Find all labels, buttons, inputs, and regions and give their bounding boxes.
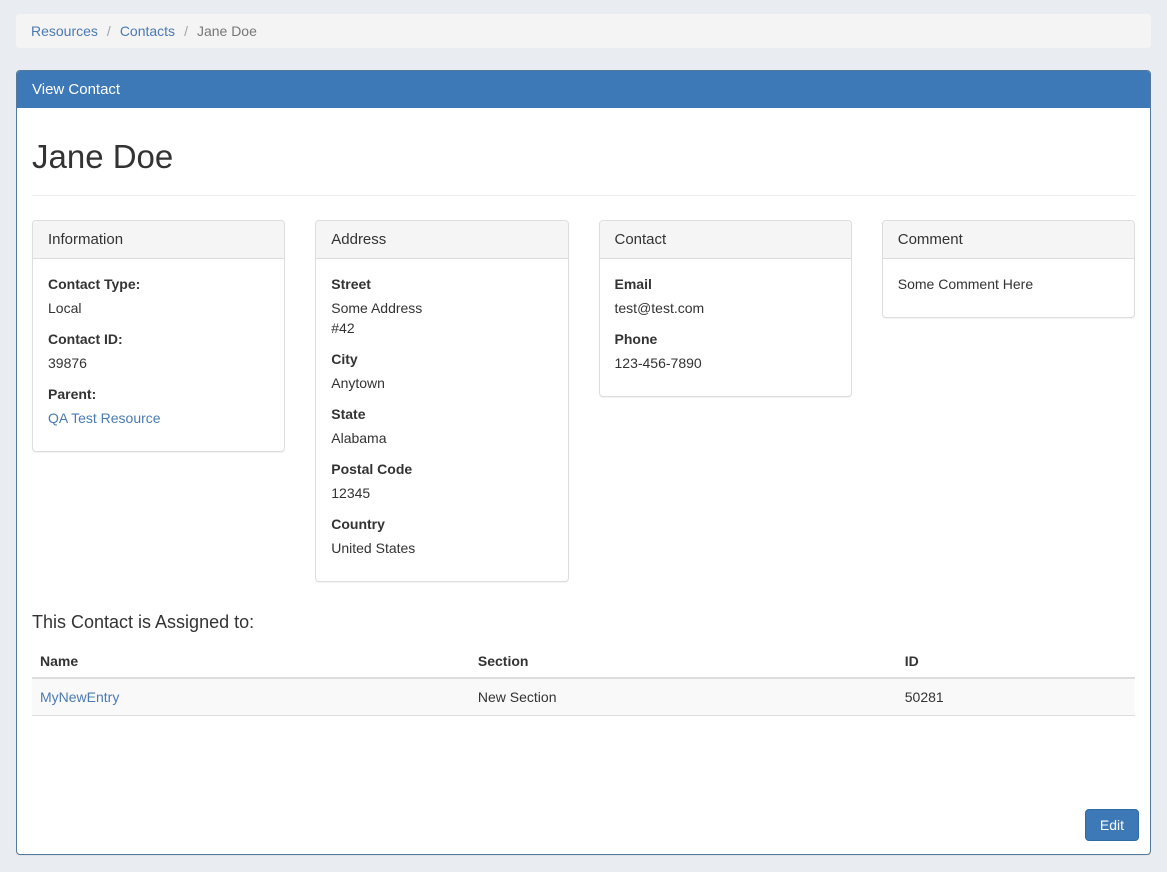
- comment-card: Comment Some Comment Here: [882, 220, 1135, 318]
- assigned-table: Name Section ID MyNewEntry New Section 5…: [32, 645, 1135, 716]
- assigned-heading: This Contact is Assigned to:: [32, 612, 1135, 633]
- street-line-2: #42: [331, 320, 354, 336]
- country-value: United States: [331, 538, 552, 558]
- postal-code-value: 12345: [331, 483, 552, 503]
- assigned-entry-section: New Section: [470, 678, 897, 716]
- postal-code-label: Postal Code: [331, 459, 552, 479]
- assigned-entry-id: 50281: [897, 678, 1135, 716]
- page-title: Jane Doe: [32, 139, 1135, 175]
- phone-label: Phone: [615, 329, 836, 349]
- address-card: Address Street Some Address #42 City Any…: [315, 220, 568, 582]
- street-label: Street: [331, 274, 552, 294]
- comment-value: Some Comment Here: [898, 274, 1119, 294]
- breadcrumb-link-contacts[interactable]: Contacts: [120, 23, 175, 39]
- page: Resources / Contacts / Jane Doe View Con…: [0, 0, 1167, 855]
- street-value: Some Address #42: [331, 298, 552, 338]
- email-value: test@test.com: [615, 298, 836, 318]
- table-header-row: Name Section ID: [32, 645, 1135, 678]
- comment-card-body: Some Comment Here: [883, 259, 1134, 317]
- contact-id-value: 39876: [48, 353, 269, 373]
- street-line-1: Some Address: [331, 300, 422, 316]
- contact-card: Contact Email test@test.com Phone 123-45…: [599, 220, 852, 397]
- address-card-body: Street Some Address #42 City Anytown Sta…: [316, 259, 567, 581]
- state-label: State: [331, 404, 552, 424]
- contact-id-label: Contact ID:: [48, 329, 269, 349]
- parent-resource-link[interactable]: QA Test Resource: [48, 410, 161, 426]
- breadcrumb-separator: /: [184, 23, 188, 39]
- parent-label: Parent:: [48, 384, 269, 404]
- information-card-body: Contact Type: Local Contact ID: 39876 Pa…: [33, 259, 284, 451]
- breadcrumb-current: Jane Doe: [197, 23, 257, 39]
- information-card-title: Information: [33, 221, 284, 259]
- panel-body: Jane Doe Information Contact Type: Local…: [17, 108, 1150, 854]
- address-card-title: Address: [316, 221, 567, 259]
- breadcrumb: Resources / Contacts / Jane Doe: [16, 14, 1151, 48]
- country-label: Country: [331, 514, 552, 534]
- cards-row: Information Contact Type: Local Contact …: [32, 220, 1135, 582]
- comment-card-title: Comment: [883, 221, 1134, 259]
- table-row: MyNewEntry New Section 50281: [32, 678, 1135, 716]
- column-header-name: Name: [32, 645, 470, 678]
- view-contact-panel: View Contact Jane Doe Information Contac…: [16, 70, 1151, 855]
- contact-card-body: Email test@test.com Phone 123-456-7890: [600, 259, 851, 396]
- edit-button[interactable]: Edit: [1085, 809, 1139, 841]
- phone-value: 123-456-7890: [615, 353, 836, 373]
- column-header-id: ID: [897, 645, 1135, 678]
- breadcrumb-separator: /: [107, 23, 111, 39]
- information-card: Information Contact Type: Local Contact …: [32, 220, 285, 452]
- state-value: Alabama: [331, 428, 552, 448]
- column-header-section: Section: [470, 645, 897, 678]
- contact-card-title: Contact: [600, 221, 851, 259]
- email-label: Email: [615, 274, 836, 294]
- contact-type-label: Contact Type:: [48, 274, 269, 294]
- assigned-entry-link[interactable]: MyNewEntry: [40, 689, 119, 705]
- breadcrumb-link-resources[interactable]: Resources: [31, 23, 98, 39]
- panel-title: View Contact: [17, 71, 1150, 108]
- divider: [32, 195, 1135, 196]
- city-label: City: [331, 349, 552, 369]
- city-value: Anytown: [331, 373, 552, 393]
- contact-type-value: Local: [48, 298, 269, 318]
